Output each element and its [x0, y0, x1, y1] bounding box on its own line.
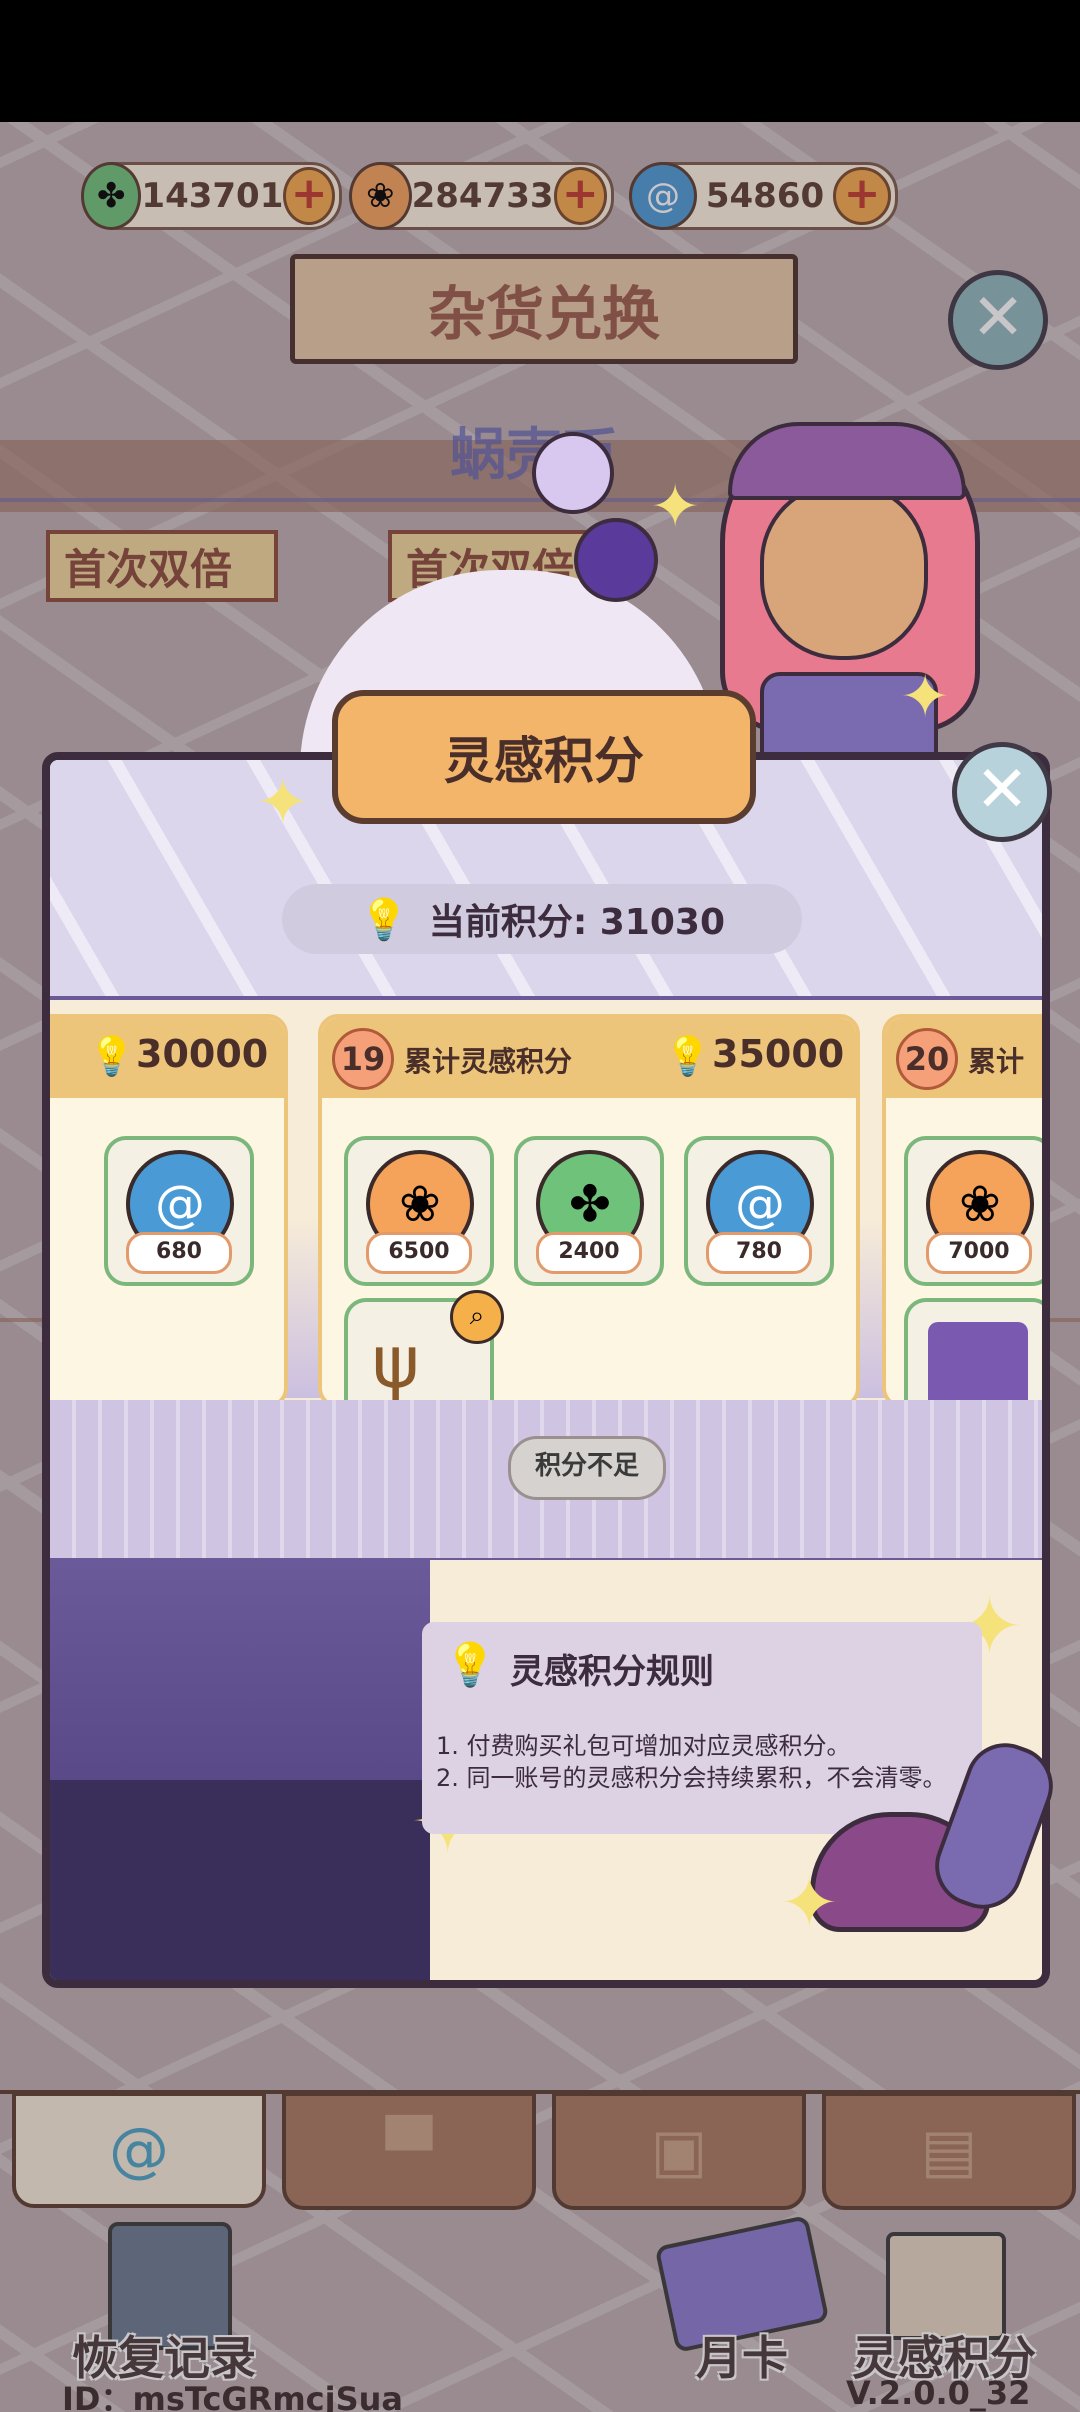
level-badge: 20	[896, 1028, 958, 1090]
bulb-icon: 💡	[88, 1034, 136, 1078]
rules-line: 1. 付费购买礼包可增加对应灵感积分。	[436, 1732, 851, 1760]
bulb-icon: 💡	[664, 1034, 712, 1078]
sparkle-icon: ✦	[256, 766, 310, 840]
current-score: 💡 当前积分: 31030	[282, 884, 802, 954]
inspiration-modal: ✦ 💡 当前积分: 31030 30000 💡 @ 680 19 累计灵感积分 …	[42, 752, 1050, 1988]
modal-title: 灵感积分	[332, 690, 756, 824]
reward-item[interactable]: @ 680	[104, 1136, 254, 1286]
card-title: 累计	[968, 1045, 1025, 1078]
insufficient-points-button[interactable]: 积分不足	[508, 1436, 666, 1500]
game-scene: ✤ 143701 + ❀ 284733 + @ 54860 + 杂货兑换 ✕ 蜗…	[0, 122, 1080, 2412]
character-face	[760, 482, 928, 660]
curtain-icon	[928, 1322, 1028, 1404]
sparkle-icon: ✦	[900, 662, 951, 732]
reward-card: 30000 💡 @ 680	[50, 1014, 288, 1408]
modal-close-button[interactable]: ✕	[952, 742, 1052, 842]
level-badge: 19	[332, 1028, 394, 1090]
reward-item[interactable]: @ 780	[684, 1136, 834, 1286]
card-title: 累计灵感积分	[404, 1045, 573, 1078]
card-points: 30000	[136, 1032, 269, 1076]
item-qty: 2400	[536, 1232, 642, 1274]
reward-card: 19 累计灵感积分 💡 35000 ❀ 6500 ✤ 2400 @ 780 ψ …	[318, 1014, 860, 1408]
search-icon[interactable]: ⌕	[450, 1290, 504, 1344]
item-qty: 6500	[366, 1232, 472, 1274]
current-score-label: 当前积分: 31030	[428, 902, 725, 943]
status-bar	[0, 0, 1080, 122]
room-floor	[50, 1780, 430, 1980]
orb-icon	[532, 432, 614, 514]
rules-panel: 💡 灵感积分规则 1. 付费购买礼包可增加对应灵感积分。 2. 同一账号的灵感积…	[422, 1622, 982, 1834]
reward-item[interactable]: ❀ 7000	[904, 1136, 1042, 1286]
item-qty: 780	[706, 1232, 812, 1274]
rules-line: 2. 同一账号的灵感积分会持续累积，不会清零。	[436, 1764, 947, 1792]
item-qty: 680	[126, 1232, 232, 1274]
character-headwear	[728, 422, 966, 500]
reward-card: 20 累计 ❀ 7000	[882, 1014, 1042, 1408]
item-qty: 7000	[926, 1232, 1032, 1274]
reward-item[interactable]	[904, 1298, 1042, 1404]
bulb-icon: 💡	[359, 896, 409, 943]
reward-item[interactable]: ❀ 6500	[344, 1136, 494, 1286]
crystal-ball-icon	[574, 518, 658, 602]
bulb-icon: 💡	[444, 1640, 497, 1689]
rules-title: 灵感积分规则	[510, 1652, 714, 1692]
reward-item[interactable]: ✤ 2400	[514, 1136, 664, 1286]
sparkle-icon: ✦	[780, 1862, 839, 1944]
sparkle-icon: ✦	[650, 472, 701, 542]
card-points: 35000	[712, 1032, 845, 1076]
reward-item[interactable]: ψ ⌕	[344, 1290, 504, 1404]
candelabra-icon: ψ	[372, 1320, 420, 1404]
